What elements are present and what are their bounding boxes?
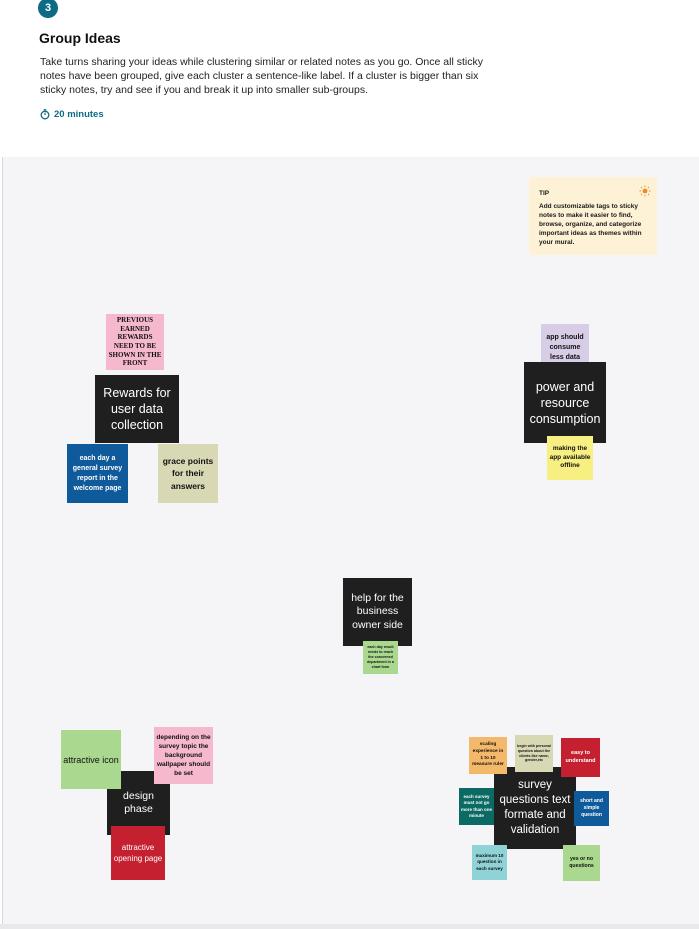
sticky-note-previous-rewards[interactable]: PREVIOUS EARNED REWARDS NEED TO BE SHOWN… — [106, 314, 164, 370]
timer[interactable]: 20 minutes — [40, 109, 104, 120]
sticky-note-yes-no-questions[interactable]: yes or no questions — [563, 845, 600, 881]
cluster-label-rewards[interactable]: Rewards for user data collection — [95, 375, 179, 443]
sticky-note-short-simple-question[interactable]: short and simple question — [574, 791, 609, 826]
sticky-note-chart-form[interactable]: each day result needs to reach the conce… — [363, 641, 398, 674]
cluster-label-survey[interactable]: survey questions text formate and valida… — [494, 767, 576, 849]
step-number-badge: 3 — [38, 0, 58, 18]
tip-note[interactable]: TIP Add customizable tags to sticky note… — [529, 177, 657, 255]
activity-header: 3 Group Ideas Take turns sharing your id… — [0, 0, 699, 157]
timer-label: 20 minutes — [54, 109, 104, 120]
cluster-label-power[interactable]: power and resource consumption — [524, 362, 606, 443]
sticky-note-scaling-ruler[interactable]: scaling experience in 1 to 10 measure ru… — [469, 737, 507, 774]
sticky-note-daily-survey-report[interactable]: each day a general survey report in the … — [67, 444, 128, 503]
sticky-note-one-minute[interactable]: each survey must not go more than one mi… — [459, 788, 494, 825]
sticky-note-max-10-questions[interactable]: maximum 10 question in each survey — [472, 845, 507, 880]
sticky-note-personal-question[interactable]: begin with personal question about the c… — [515, 735, 553, 772]
sticky-note-offline-app[interactable]: making the app available offline — [547, 436, 593, 480]
tip-title: TIP — [539, 190, 550, 197]
tip-text: Add customizable tags to sticky notes to… — [539, 203, 642, 246]
cluster-label-business[interactable]: help for the business owner side — [343, 578, 412, 646]
sticky-note-attractive-icon[interactable]: attractive icon — [61, 730, 121, 789]
activity-title: Group Ideas — [39, 30, 121, 46]
lightbulb-icon — [639, 185, 651, 197]
stopwatch-icon — [40, 109, 50, 120]
bottom-bar — [0, 924, 699, 929]
activity-description: Take turns sharing your ideas while clus… — [40, 56, 483, 96]
sticky-note-background-wallpaper[interactable]: depending on the survey topic the backgr… — [154, 727, 213, 784]
sticky-note-grace-points[interactable]: grace points for their answers — [158, 444, 218, 503]
sticky-note-attractive-opening-page[interactable]: attractive opening page — [111, 826, 165, 880]
sticky-note-easy-to-understand[interactable]: easy to understand — [561, 738, 600, 777]
